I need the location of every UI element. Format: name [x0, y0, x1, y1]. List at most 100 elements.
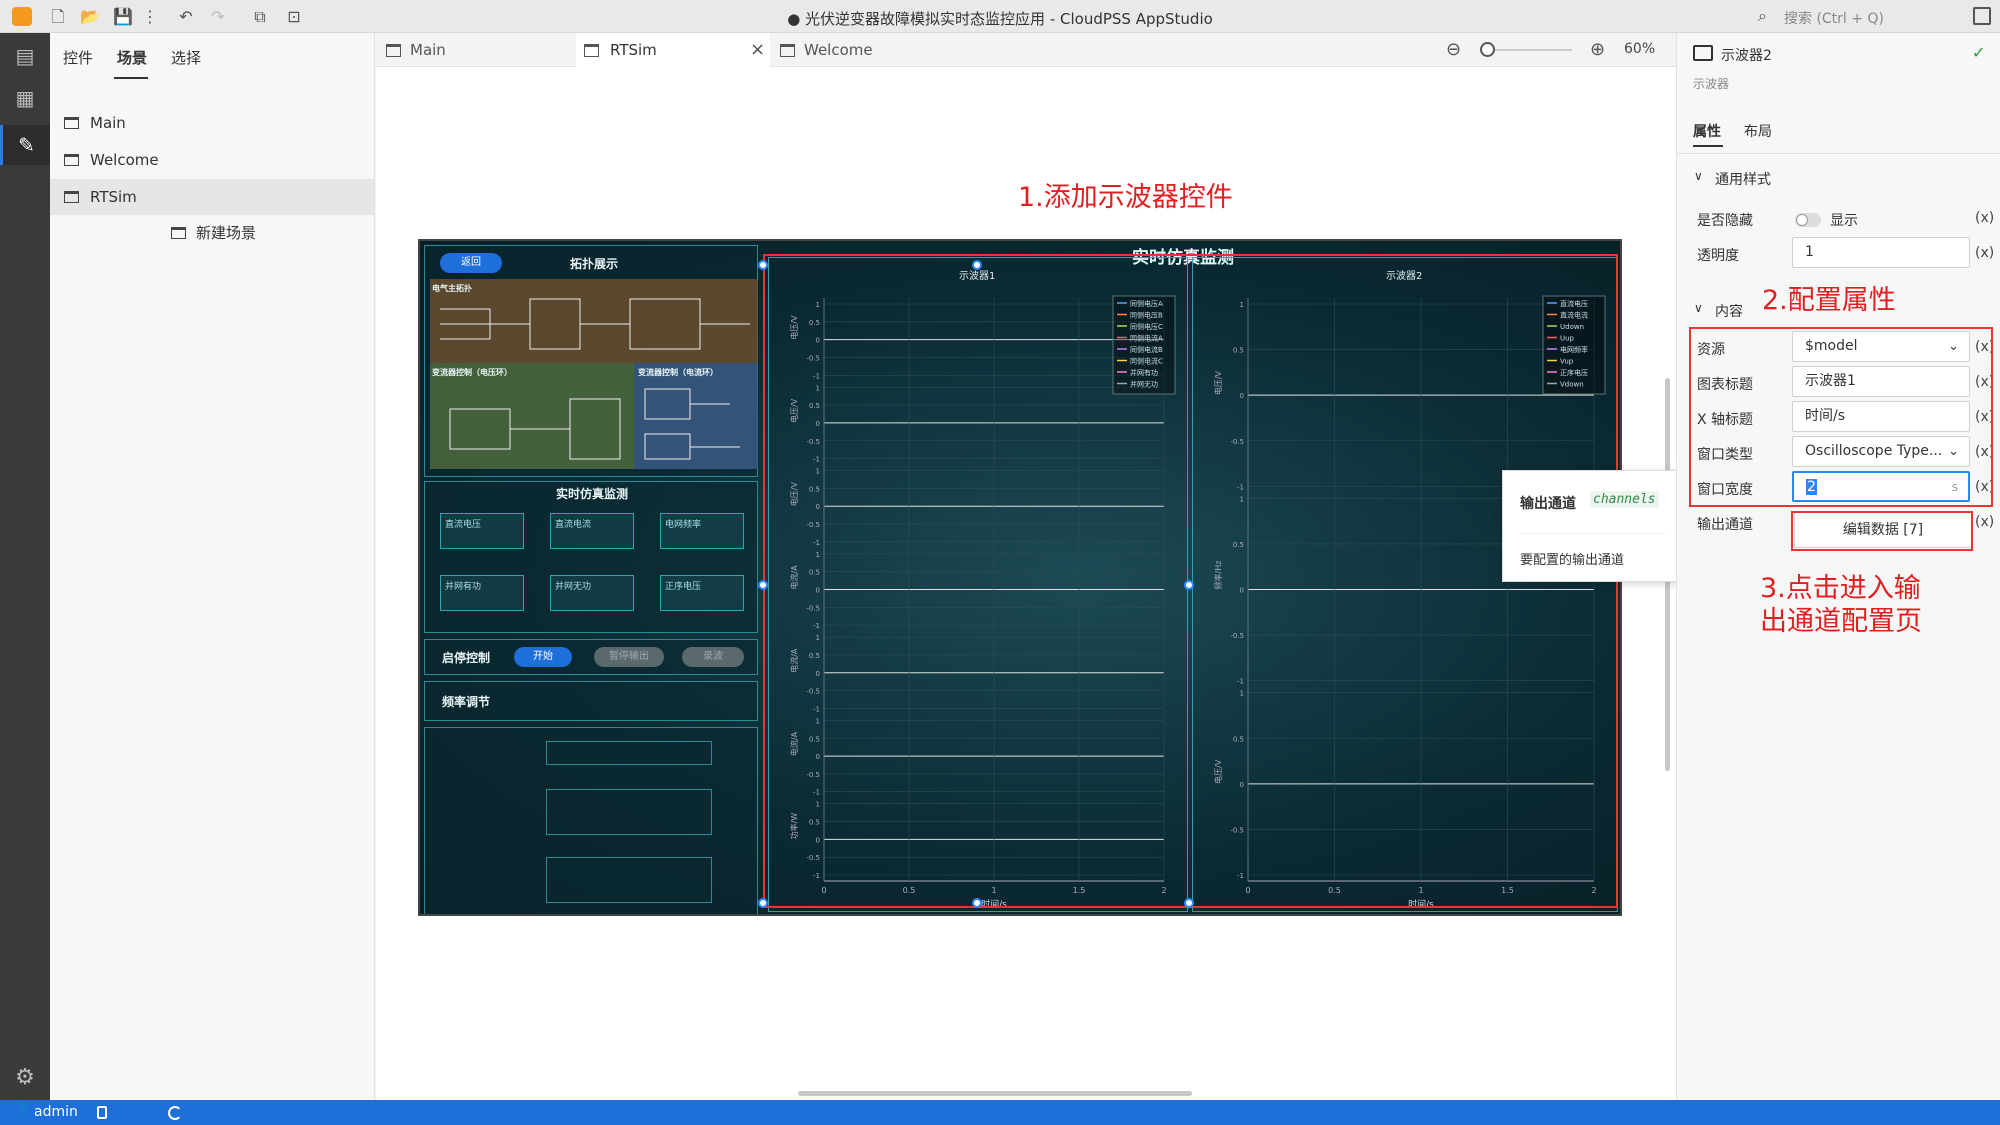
section-content[interactable]: 内容: [1715, 301, 1743, 321]
topology-sub1: 电气主拓扑: [432, 284, 472, 293]
window-icon: [64, 117, 79, 129]
editor-tabs: Main RTSim × Welcome ⊖ ⊕ 60%: [376, 33, 1676, 67]
resize-handle[interactable]: [1184, 580, 1194, 590]
title-bar: 🗋 📂 💾 ⋮ ↶ ↷ ⧉ ⊡ ● 光伏逆变器故障模拟实时态监控应用 - Clo…: [0, 0, 2000, 33]
tooltip-description: 要配置的输出通道: [1520, 553, 1625, 568]
tooltip-divider: [1520, 533, 1665, 534]
properties-tab-underline: [1693, 145, 1723, 147]
opacity-input[interactable]: 1: [1792, 237, 1970, 268]
hidden-toggle[interactable]: [1795, 213, 1821, 227]
freq-title: 频率调节: [442, 695, 491, 709]
record-button[interactable]: 录波: [682, 647, 744, 667]
resize-handle[interactable]: [972, 898, 982, 908]
editor-area: Main RTSim × Welcome ⊖ ⊕ 60% 1.添加示波器控件 实…: [376, 33, 1676, 1100]
freq-slot-2: [546, 789, 712, 835]
hidden-label: 是否隐藏: [1697, 213, 1753, 229]
tab-controls[interactable]: 控件: [63, 47, 93, 68]
window-icon: [64, 154, 79, 166]
status-bar: 👤 admin: [0, 1100, 2000, 1125]
expression-button[interactable]: (x): [1975, 210, 1994, 226]
resize-handle[interactable]: [972, 260, 982, 270]
resize-handle[interactable]: [758, 260, 768, 270]
annotation-box-output-channels: [1791, 511, 1973, 551]
tab-label: Welcome: [804, 41, 873, 59]
window-icon: [584, 44, 599, 57]
freq-slot-1: [546, 741, 712, 765]
pages-icon[interactable]: ▤: [0, 36, 50, 76]
start-button[interactable]: 开始: [514, 647, 572, 667]
card-reactive-power: 并网无功: [550, 575, 634, 611]
zoom-slider-track[interactable]: [1484, 49, 1572, 51]
sync-icon: [168, 1106, 182, 1120]
annotation-step3-line1: 3.点击进入输: [1760, 573, 1921, 604]
chevron-down-icon[interactable]: ∨: [1694, 301, 1703, 315]
settings-gear-icon[interactable]: ⚙: [0, 1058, 50, 1098]
tab-layout[interactable]: 布局: [1744, 121, 1772, 141]
properties-panel: 示波器2 ✓ 示波器 属性 布局 ∨ 通用样式 是否隐藏 显示 (x) 透明度 …: [1676, 33, 2000, 1100]
scene-label: Welcome: [90, 151, 159, 169]
tab-properties[interactable]: 属性: [1693, 121, 1721, 141]
annotation-step1: 1.添加示波器控件: [1018, 182, 1233, 213]
annotation-step3: 3.点击进入输 出通道配置页: [1760, 572, 1922, 638]
active-tab-underline: [114, 77, 148, 79]
card-pos-seq-voltage: 正序电压: [660, 575, 744, 611]
resize-handle[interactable]: [758, 580, 768, 590]
pause-output-button[interactable]: 暂停输出: [594, 647, 664, 667]
zoom-level: 60%: [1624, 41, 1656, 57]
control-title: 启停控制: [442, 651, 491, 665]
zoom-in-icon[interactable]: ⊕: [1590, 39, 1605, 60]
tab-main[interactable]: Main: [376, 33, 576, 67]
scene-item-welcome[interactable]: Welcome: [50, 142, 374, 178]
channels-tooltip: 输出通道 channels 要配置的输出通道: [1502, 470, 1680, 582]
storage-icon[interactable]: [97, 1106, 107, 1119]
window-icon: [171, 227, 186, 239]
window-icon: [64, 191, 79, 203]
card-grid-freq: 电网频率: [660, 513, 744, 549]
scene-item-main[interactable]: Main: [50, 105, 374, 141]
window-icon: [386, 44, 401, 57]
section-common-style[interactable]: 通用样式: [1715, 169, 1771, 189]
zoom-slider-knob[interactable]: [1480, 42, 1495, 57]
window-icon: [780, 44, 795, 57]
monitor-title: 实时仿真监测: [556, 487, 629, 501]
scene-item-rtsim[interactable]: RTSim: [50, 179, 374, 215]
card-dc-voltage: 直流电压: [440, 513, 524, 549]
app-root: 🗋 📂 💾 ⋮ ↶ ↷ ⧉ ⊡ ● 光伏逆变器故障模拟实时态监控应用 - Clo…: [0, 0, 2000, 1125]
expression-button[interactable]: (x): [1975, 245, 1994, 261]
topology-sub2: 变流器控制（电压环）: [432, 368, 512, 377]
zoom-out-icon[interactable]: ⊖: [1446, 39, 1461, 60]
tab-scenes[interactable]: 场景: [117, 47, 147, 68]
new-scene-button[interactable]: 新建场景: [50, 215, 374, 251]
check-icon: ✓: [1972, 43, 1986, 62]
card-active-power: 并网有功: [440, 575, 524, 611]
freq-slot-3: [546, 857, 712, 903]
search-placeholder: 搜索 (Ctrl + Q): [1784, 11, 1884, 27]
resize-handle[interactable]: [758, 898, 768, 908]
topology-sub3: 变流器控制（电流环）: [638, 368, 718, 377]
back-button[interactable]: 返回: [440, 253, 502, 273]
opacity-label: 透明度: [1697, 248, 1739, 264]
search-box[interactable]: ⌕ 搜索 (Ctrl + Q): [1755, 6, 1960, 28]
tab-select[interactable]: 选择: [171, 47, 201, 68]
tools-icon[interactable]: ✎: [0, 125, 50, 165]
tooltip-key: channels: [1590, 491, 1659, 508]
layout-icon[interactable]: ▦: [0, 78, 50, 118]
zoom-control: ⊖ ⊕ 60%: [1446, 33, 1676, 67]
tab-label: RTSim: [610, 41, 657, 59]
oscilloscope-icon: [1693, 45, 1713, 61]
tab-rtsim[interactable]: RTSim ×: [576, 33, 770, 67]
annotation-box-properties: [1689, 327, 1993, 507]
resize-handle[interactable]: [1184, 898, 1194, 908]
close-icon[interactable]: ×: [750, 33, 765, 67]
expression-button[interactable]: (x): [1975, 514, 1994, 530]
horizontal-scrollbar[interactable]: [798, 1091, 1192, 1096]
tab-label: Main: [410, 41, 446, 59]
fullscreen-icon[interactable]: [1973, 7, 1991, 25]
tooltip-title: 输出通道: [1520, 496, 1576, 512]
chevron-down-icon[interactable]: ∨: [1694, 169, 1703, 183]
card-dc-current: 直流电流: [550, 513, 634, 549]
output-channels-label: 输出通道: [1697, 517, 1753, 533]
username[interactable]: admin: [34, 1104, 78, 1120]
component-name: 示波器2: [1721, 48, 1772, 64]
tab-welcome[interactable]: Welcome: [770, 33, 990, 67]
